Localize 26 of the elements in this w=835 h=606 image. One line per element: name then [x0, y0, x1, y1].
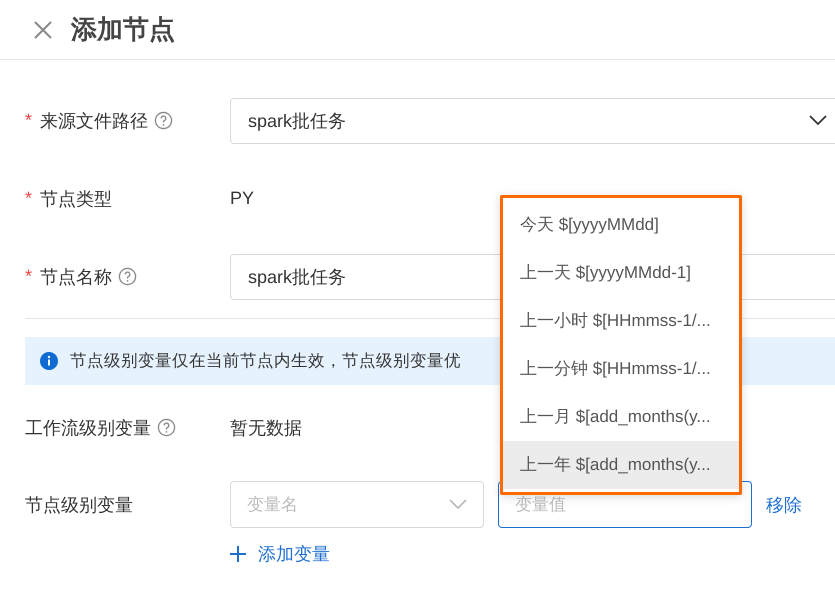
dropdown-option[interactable]: 上一年 $[add_months(y...: [503, 441, 739, 489]
dropdown-option[interactable]: 上一分钟 $[HHmmss-1/...: [503, 345, 739, 393]
dropdown-option[interactable]: 上一月 $[add_months(y...: [503, 393, 739, 441]
field-label: 工作流级别变量: [25, 416, 151, 440]
dropdown-option[interactable]: 今天 $[yyyyMMdd]: [503, 201, 739, 249]
source-path-select[interactable]: spark批任务: [230, 98, 835, 144]
field-value: PY: [230, 188, 254, 209]
required-mark: *: [25, 110, 34, 131]
remove-link[interactable]: 移除: [766, 492, 802, 516]
field-label: 节点类型: [40, 188, 112, 210]
required-mark: *: [25, 188, 34, 209]
info-icon: [40, 352, 58, 370]
dropdown-option[interactable]: 上一天 $[yyyyMMdd-1]: [503, 249, 739, 297]
empty-text: 暂无数据: [230, 416, 302, 440]
dropdown-option[interactable]: 上一小时 $[HHmmss-1/...: [503, 297, 739, 345]
add-variable-button[interactable]: 添加变量: [230, 542, 330, 566]
field-label: 来源文件路径: [40, 110, 148, 132]
chevron-down-icon: [449, 499, 467, 510]
field-label: 节点级别变量: [25, 494, 133, 516]
required-mark: *: [25, 266, 34, 287]
close-icon[interactable]: [33, 20, 53, 40]
info-text: 节点级别变量仅在当前节点内生效，节点级别变量优: [70, 351, 461, 372]
chevron-down-icon: [809, 115, 827, 126]
plus-icon: [230, 546, 246, 562]
panel-title: 添加节点: [71, 13, 175, 46]
field-label: 节点名称: [40, 266, 112, 288]
